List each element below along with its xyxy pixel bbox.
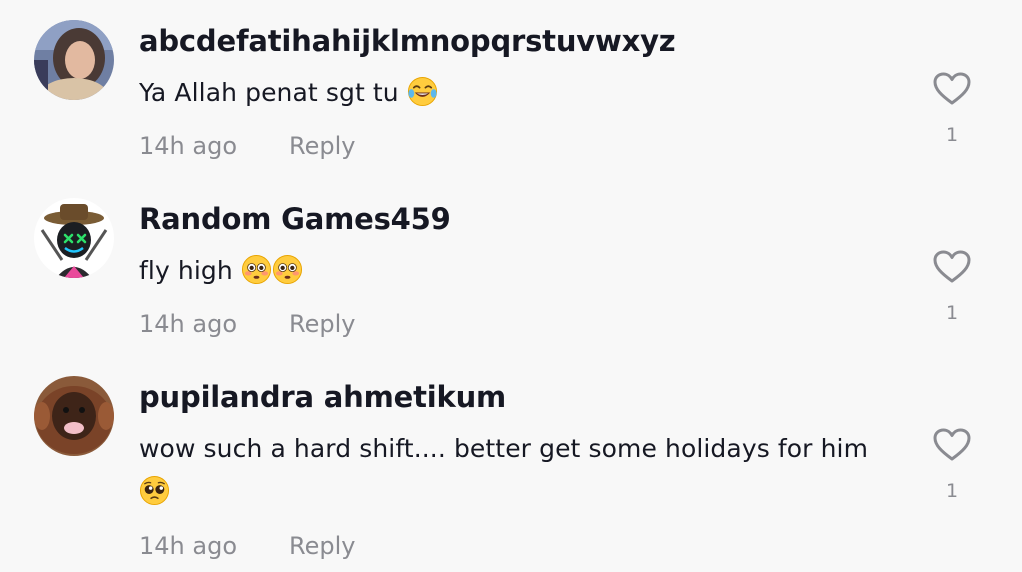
like-count: 1 [945,124,959,146]
face-with-tears-of-joy-icon [407,76,438,107]
avatar[interactable] [34,20,114,100]
like-button[interactable] [932,249,972,285]
comment-text: Ya Allah penat sgt tu [139,71,899,114]
reply-button[interactable]: Reply [289,310,355,338]
pleading-face-icon [139,475,170,506]
comment-meta: 14h ago Reply [139,532,355,560]
like-count: 1 [945,480,959,502]
comment-timestamp: 14h ago [139,310,238,338]
heart-outline-icon [933,72,971,105]
comment-meta: 14h ago Reply [139,310,355,338]
comment-text-content: fly high [139,256,233,285]
flushed-face-icon [241,254,272,285]
comment-username[interactable]: abcdefatihahijklmnopqrstuvwxyz [139,24,676,58]
comment-text-content: Ya Allah penat sgt tu [139,78,399,107]
comment-username[interactable]: Random Games459 [139,202,451,236]
reply-button[interactable]: Reply [289,132,355,160]
heart-outline-icon [933,428,971,461]
like-button[interactable] [932,71,972,107]
like-button[interactable] [932,427,972,463]
flushed-face-icon [272,254,303,285]
like-count: 1 [945,302,959,324]
comment-timestamp: 14h ago [139,532,238,560]
reply-button[interactable]: Reply [289,532,355,560]
comment-text-content: wow such a hard shift.... better get som… [139,434,869,463]
comment-text: wow such a hard shift.... better get som… [139,427,899,513]
comment-text: fly high [139,249,899,292]
avatar[interactable] [34,376,114,456]
comment-timestamp: 14h ago [139,132,238,160]
heart-outline-icon [933,250,971,283]
comment-meta: 14h ago Reply [139,132,355,160]
avatar[interactable] [34,198,114,278]
comment-username[interactable]: pupilandra ahmetikum [139,380,506,414]
